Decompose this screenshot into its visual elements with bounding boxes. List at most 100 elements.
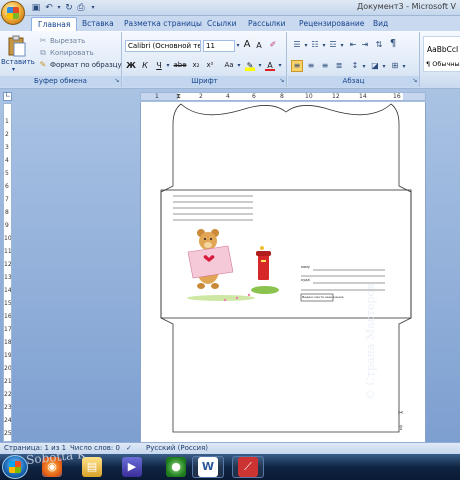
print-icon[interactable]: ⎙ <box>76 3 86 13</box>
tab-references[interactable]: Ссылки <box>207 17 236 31</box>
tab-view[interactable]: Вид <box>373 17 388 31</box>
align-center-icon[interactable]: ≡ <box>306 61 316 71</box>
font-color-button[interactable]: A <box>265 60 275 71</box>
recipient-to-label: кому <box>301 265 310 269</box>
scissors-mark: ✂ <box>398 409 404 417</box>
h-ruler-number: 2 <box>199 93 203 100</box>
word-icon: W <box>198 457 218 477</box>
style-name-label: ¶ Обычный <box>426 60 460 68</box>
tab-insert[interactable]: Вставка <box>82 17 114 31</box>
line-spacing-dropdown-icon[interactable]: ▾ <box>359 62 369 72</box>
horizontal-ruler[interactable]: 1 2 4 6 8 10 12 14 16 ⧗ <box>140 92 426 101</box>
windows-logo-icon <box>9 461 21 473</box>
ribbon-tabs: Главная Вставка Разметка страницы Ссылки… <box>0 16 460 31</box>
v-ruler-number: 3 <box>5 144 9 151</box>
language-status[interactable]: Русский (Россия) <box>146 444 208 452</box>
font-size-combo[interactable]: 11 <box>203 40 235 52</box>
document-page[interactable]: ✂ ⇧ кому куда Индекс места назначения <box>140 102 426 442</box>
v-ruler-number: 11 <box>4 248 12 255</box>
paste-button[interactable]: Вставить ▾ <box>1 34 35 74</box>
cut-button[interactable]: Вырезать <box>50 37 85 45</box>
green-app-icon[interactable]: ● <box>166 457 186 477</box>
justify-icon[interactable]: ≣ <box>334 61 344 71</box>
copy-button[interactable]: Копировать <box>50 49 94 57</box>
undo-icon[interactable]: ↶ <box>44 3 54 13</box>
format-painter-button[interactable]: Формат по образцу <box>50 61 122 69</box>
v-ruler-number: 17 <box>4 326 12 333</box>
style-sample-text: AaBbCcI <box>427 45 459 54</box>
note-lines <box>173 195 253 221</box>
highlight-dropdown-icon[interactable]: ▾ <box>255 61 265 71</box>
paragraph-dialog-launcher-icon[interactable]: ↘ <box>410 76 420 86</box>
v-ruler-number: 21 <box>4 378 12 385</box>
font-dialog-launcher-icon[interactable]: ↘ <box>277 76 287 86</box>
h-ruler-number: 8 <box>280 93 284 100</box>
v-ruler-number: 25 <box>4 430 12 437</box>
change-case-dropdown-icon[interactable]: ▾ <box>234 61 244 71</box>
cut-icon[interactable]: ✂ <box>38 36 48 46</box>
align-right-icon[interactable]: ≡ <box>320 61 330 71</box>
tab-page-layout[interactable]: Разметка страницы <box>124 17 202 31</box>
paragraph-group: ☰ ▾ ☷ ▾ ☲ ▾ ⇤ ⇥ ⇅ ¶ ≡ ≡ ≡ ≣ ↕ ▾ ◪ ▾ ⊞ ▾ … <box>288 32 420 87</box>
clear-formatting-icon[interactable]: ✐ <box>268 40 278 50</box>
v-ruler-number: 13 <box>4 274 12 281</box>
format-painter-icon[interactable]: ✎ <box>38 60 48 70</box>
undo-dropdown-icon[interactable]: ▾ <box>54 3 64 13</box>
align-left-icon[interactable]: ≡ <box>291 60 303 72</box>
v-ruler-number: 2 <box>5 131 9 138</box>
clipboard-dialog-launcher-icon[interactable]: ↘ <box>112 76 122 86</box>
strikethrough-button[interactable]: abe <box>173 60 187 71</box>
underline-dropdown-icon[interactable]: ▾ <box>163 61 173 71</box>
v-ruler-number: 22 <box>4 391 12 398</box>
clipboard-icon <box>8 35 26 57</box>
style-normal[interactable]: AaBbCcI ¶ Обычный <box>423 36 460 72</box>
subscript-button[interactable]: x₂ <box>191 60 201 71</box>
v-ruler-number: 14 <box>4 287 12 294</box>
tab-mailings[interactable]: Рассылки <box>248 17 286 31</box>
v-ruler-number: 8 <box>5 209 9 216</box>
font-color-dropdown-icon[interactable]: ▾ <box>275 61 285 71</box>
increase-indent-icon[interactable]: ⇥ <box>360 40 370 50</box>
media-player-icon[interactable]: ▶ <box>122 457 142 477</box>
start-button[interactable] <box>2 455 28 479</box>
grow-font-icon[interactable]: A <box>242 40 252 50</box>
tab-review[interactable]: Рецензирование <box>299 17 364 31</box>
spelling-status-icon[interactable]: ✓ <box>126 444 132 452</box>
v-ruler-number: 10 <box>4 235 12 242</box>
graph-app-icon: ⟋ <box>238 457 258 477</box>
superscript-button[interactable]: x² <box>205 60 215 71</box>
tab-home[interactable]: Главная <box>31 17 78 31</box>
envelope-template-drawing: ✂ ⇧ <box>160 103 412 433</box>
font-name-combo[interactable]: Calibri (Основной те <box>125 40 201 52</box>
h-ruler-number: 12 <box>332 93 340 100</box>
multilevel-list-dropdown-icon[interactable]: ▾ <box>337 41 347 51</box>
italic-button[interactable]: К <box>140 60 150 71</box>
copy-icon[interactable]: ⧉ <box>38 48 48 58</box>
decrease-indent-icon[interactable]: ⇤ <box>348 40 358 50</box>
sort-icon[interactable]: ⇅ <box>374 40 384 50</box>
v-ruler-number: 9 <box>5 222 9 229</box>
highlight-icon[interactable]: ✎ <box>245 60 255 71</box>
v-ruler-number: 4 <box>5 157 9 164</box>
shrink-font-icon[interactable]: A <box>254 41 264 51</box>
redo-icon[interactable]: ↻ <box>64 3 74 13</box>
paste-dropdown-icon[interactable]: ▾ <box>12 66 15 73</box>
postal-index-label: Индекс места назначения <box>302 295 344 299</box>
customize-toolbar-icon[interactable]: ▾ <box>88 3 98 13</box>
v-ruler-number: 19 <box>4 352 12 359</box>
show-marks-icon[interactable]: ¶ <box>388 39 398 49</box>
tab-selector[interactable]: ∟ <box>3 91 12 101</box>
bold-button[interactable]: Ж <box>126 60 136 71</box>
clipboard-group-label: Буфер обмена <box>0 76 121 87</box>
borders-dropdown-icon[interactable]: ▾ <box>399 62 409 72</box>
shading-dropdown-icon[interactable]: ▾ <box>379 62 389 72</box>
tab-stop-left-icon: ∟ <box>5 91 11 99</box>
save-icon[interactable]: ▣ <box>31 3 41 13</box>
indent-marker-icon[interactable]: ⧗ <box>176 93 181 100</box>
vertical-ruler[interactable]: 1 2 3 4 5 6 7 8 9 10 11 12 13 14 15 16 1… <box>3 103 12 442</box>
clipboard-group: Вставить ▾ ✂ Вырезать ⧉ Копировать ✎ Фор… <box>0 32 122 87</box>
v-ruler-number: 24 <box>4 417 12 424</box>
office-button[interactable] <box>1 1 25 25</box>
v-ruler-number: 6 <box>5 183 9 190</box>
h-ruler-number: 6 <box>252 93 256 100</box>
